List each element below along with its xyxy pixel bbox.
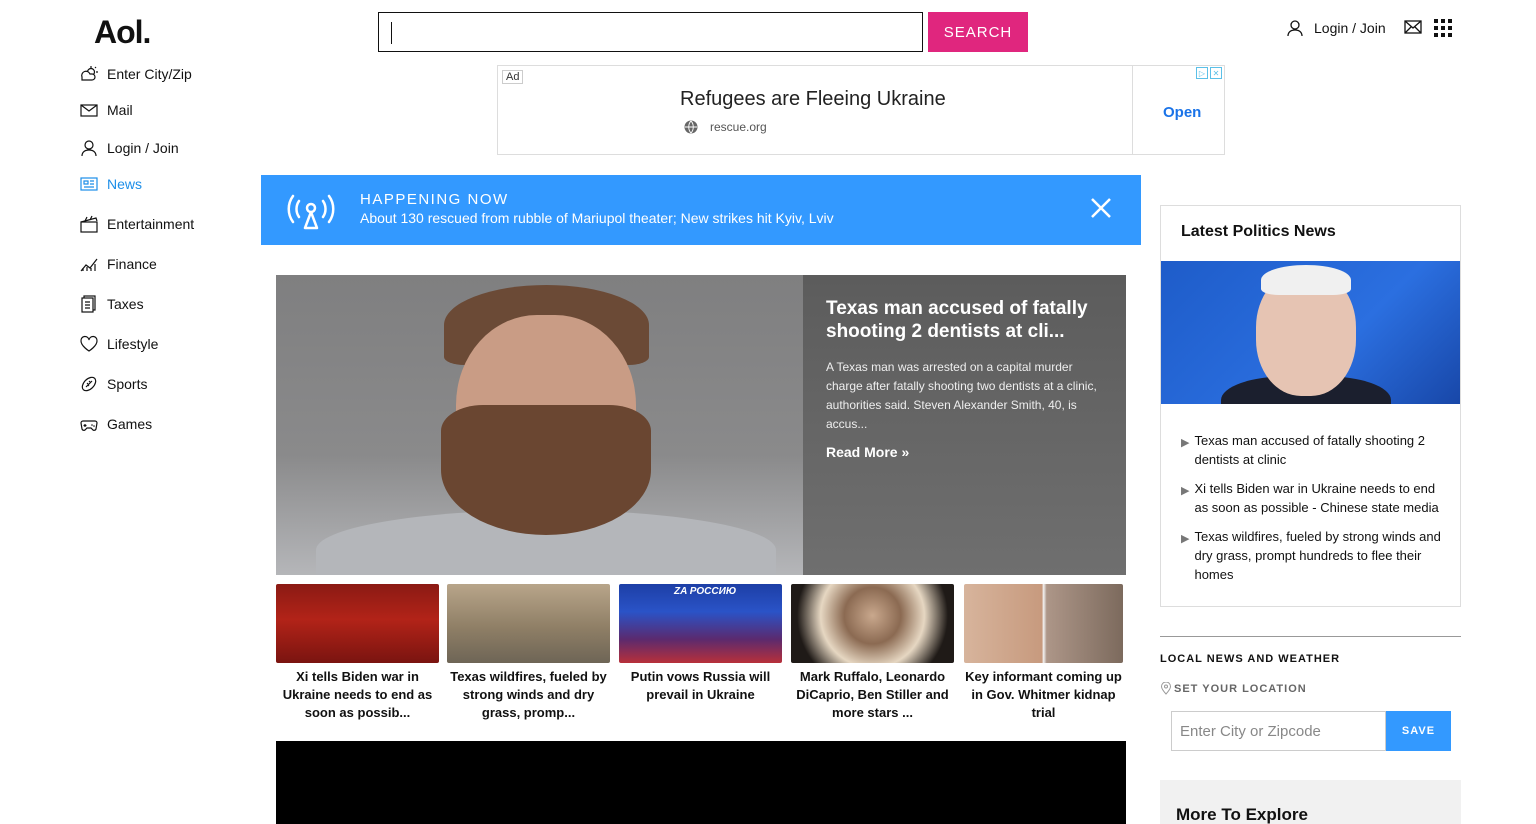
sidebar-item-entertainment[interactable]: Entertainment <box>80 212 194 236</box>
triangle-bullet-icon: ▶ <box>1181 485 1190 497</box>
story-card[interactable]: ZA РОССИЮ Putin vows Russia will prevail… <box>619 584 782 704</box>
list-item-text[interactable]: Texas man accused of fatally shooting 2 … <box>1194 431 1446 469</box>
happening-now-headline[interactable]: About 130 rescued from rubble of Mariupo… <box>360 210 834 226</box>
heart-icon <box>80 335 98 352</box>
story-image-overlay-text: ZA РОССИЮ <box>674 586 737 597</box>
sidebar-item-label: Lifestyle <box>107 336 159 352</box>
sidebar-item-news[interactable]: News <box>80 172 142 196</box>
politics-list: ▶ Texas man accused of fatally shooting 2… <box>1181 431 1446 594</box>
news-icon <box>80 177 98 191</box>
story-caption[interactable]: Mark Ruffalo, Leonardo DiCaprio, Ben Sti… <box>791 668 954 722</box>
latest-politics-module: Latest Politics News ▶ Texas man accused … <box>1160 205 1461 607</box>
apps-grid-icon[interactable] <box>1434 19 1452 37</box>
triangle-bullet-icon: ▶ <box>1181 533 1190 545</box>
location-pin-icon <box>1160 682 1172 695</box>
football-icon <box>81 376 97 392</box>
story-card[interactable]: Mark Ruffalo, Leonardo DiCaprio, Ben Sti… <box>791 584 954 722</box>
story-card[interactable]: Key informant coming up in Gov. Whitmer … <box>964 584 1123 722</box>
search-input[interactable] <box>378 12 923 52</box>
user-icon <box>81 140 97 157</box>
aol-logo[interactable]: Aol. <box>94 14 151 51</box>
clapperboard-icon <box>80 215 98 233</box>
ad-url: rescue.org <box>684 120 767 134</box>
hero-title[interactable]: Texas man accused of fatally shooting 2 … <box>826 297 1106 343</box>
hero-image[interactable] <box>276 275 803 575</box>
sidebar-item-mail[interactable]: Mail <box>80 98 133 122</box>
broadcast-icon <box>287 194 335 230</box>
read-more-link[interactable]: Read More » <box>826 444 909 460</box>
local-news-module: LOCAL NEWS AND WEATHER SET YOUR LOCATION… <box>1160 636 1461 751</box>
search-button[interactable]: SEARCH <box>928 12 1028 52</box>
advertisement-banner[interactable]: Ad Refugees are Fleeing Ukraine rescue.o… <box>497 65 1225 155</box>
text-caret <box>391 22 392 44</box>
story-caption[interactable]: Key informant coming up in Gov. Whitmer … <box>964 668 1123 722</box>
chart-icon <box>80 258 98 272</box>
triangle-bullet-icon: ▶ <box>1181 437 1190 449</box>
politics-image[interactable] <box>1161 261 1460 404</box>
more-to-explore-module: More To Explore <box>1160 780 1461 824</box>
mail-icon[interactable] <box>1404 20 1422 39</box>
header-login-label: Login / Join <box>1314 20 1386 36</box>
module-title[interactable]: Latest Politics News <box>1181 223 1336 241</box>
story-image[interactable] <box>447 584 610 663</box>
list-item-text[interactable]: Texas wildfires, fueled by strong winds … <box>1194 527 1446 584</box>
list-item[interactable]: ▶ Xi tells Biden war in Ukraine needs to … <box>1181 479 1446 517</box>
aol-homepage: Aol. SEARCH Login / Join Enter City/Zip … <box>0 0 1536 824</box>
globe-icon <box>684 120 698 134</box>
list-item[interactable]: ▶ Texas man accused of fatally shooting 2… <box>1181 431 1446 469</box>
more-to-explore-title: More To Explore <box>1176 805 1308 824</box>
sidebar-item-taxes[interactable]: Taxes <box>80 292 144 316</box>
sidebar-item-lifestyle[interactable]: Lifestyle <box>80 332 158 356</box>
story-caption[interactable]: Xi tells Biden war in Ukraine needs to e… <box>276 668 439 722</box>
local-news-title: LOCAL NEWS AND WEATHER <box>1160 653 1341 665</box>
sidebar-item-label: Games <box>107 416 153 432</box>
story-image[interactable] <box>964 584 1123 663</box>
hero-text-panel: Texas man accused of fatally shooting 2 … <box>803 275 1126 575</box>
ad-divider <box>1132 66 1133 154</box>
sidebar-item-label: Enter City/Zip <box>107 66 192 82</box>
sidebar-item-label: Mail <box>107 102 133 118</box>
sidebar-item-location[interactable]: Enter City/Zip <box>80 62 192 86</box>
hero-story[interactable]: Texas man accused of fatally shooting 2 … <box>276 275 1126 575</box>
list-item[interactable]: ▶ Texas wildfires, fueled by strong winds… <box>1181 527 1446 584</box>
header-login-link[interactable]: Login / Join <box>1286 19 1386 37</box>
sidebar-item-sports[interactable]: Sports <box>80 372 147 396</box>
sidebar-item-label: News <box>107 176 143 192</box>
list-item-text[interactable]: Xi tells Biden war in Ukraine needs to e… <box>1194 479 1446 517</box>
sidebar-item-label: Finance <box>107 256 157 272</box>
happening-now-label: HAPPENING NOW <box>360 191 509 208</box>
ad-title[interactable]: Refugees are Fleeing Ukraine <box>680 88 946 111</box>
hero-description: A Texas man was arrested on a capital mu… <box>826 360 1097 431</box>
close-icon[interactable] <box>1090 197 1112 219</box>
save-location-button[interactable]: SAVE <box>1386 711 1451 751</box>
sidebar-item-label: Sports <box>107 376 148 392</box>
mail-icon <box>80 104 98 117</box>
story-image[interactable] <box>276 584 439 663</box>
story-card[interactable]: Texas wildfires, fueled by strong winds … <box>447 584 610 722</box>
sidebar-item-finance[interactable]: Finance <box>80 252 157 276</box>
story-caption[interactable]: Putin vows Russia will prevail in Ukrain… <box>619 668 782 704</box>
sidebar-item-login[interactable]: Login / Join <box>80 136 179 160</box>
ad-open-button[interactable]: Open <box>1163 104 1201 121</box>
weather-icon <box>81 66 98 81</box>
video-player[interactable] <box>276 741 1126 824</box>
gamepad-icon <box>80 420 98 431</box>
sidebar-item-games[interactable]: Games <box>80 412 152 436</box>
happening-now-banner[interactable]: HAPPENING NOW About 130 rescued from rub… <box>261 175 1141 245</box>
sidebar-item-label: Login / Join <box>107 140 179 156</box>
set-location-text: SET YOUR LOCATION <box>1174 682 1307 695</box>
ad-choices-icon[interactable]: ▷ ✕ <box>1196 67 1222 79</box>
set-location-label: SET YOUR LOCATION <box>1160 682 1461 695</box>
ad-badge: Ad <box>502 70 524 84</box>
document-icon <box>81 295 96 313</box>
user-icon <box>1287 20 1303 37</box>
sidebar-item-label: Taxes <box>107 296 144 312</box>
story-image[interactable]: ZA РОССИЮ <box>619 584 782 663</box>
story-card[interactable]: Xi tells Biden war in Ukraine needs to e… <box>276 584 439 722</box>
story-image[interactable] <box>791 584 954 663</box>
sidebar-item-label: Entertainment <box>107 216 195 232</box>
story-caption[interactable]: Texas wildfires, fueled by strong winds … <box>447 668 610 722</box>
ad-url-text: rescue.org <box>710 120 767 134</box>
zipcode-input[interactable]: Enter City or Zipcode <box>1171 711 1386 751</box>
